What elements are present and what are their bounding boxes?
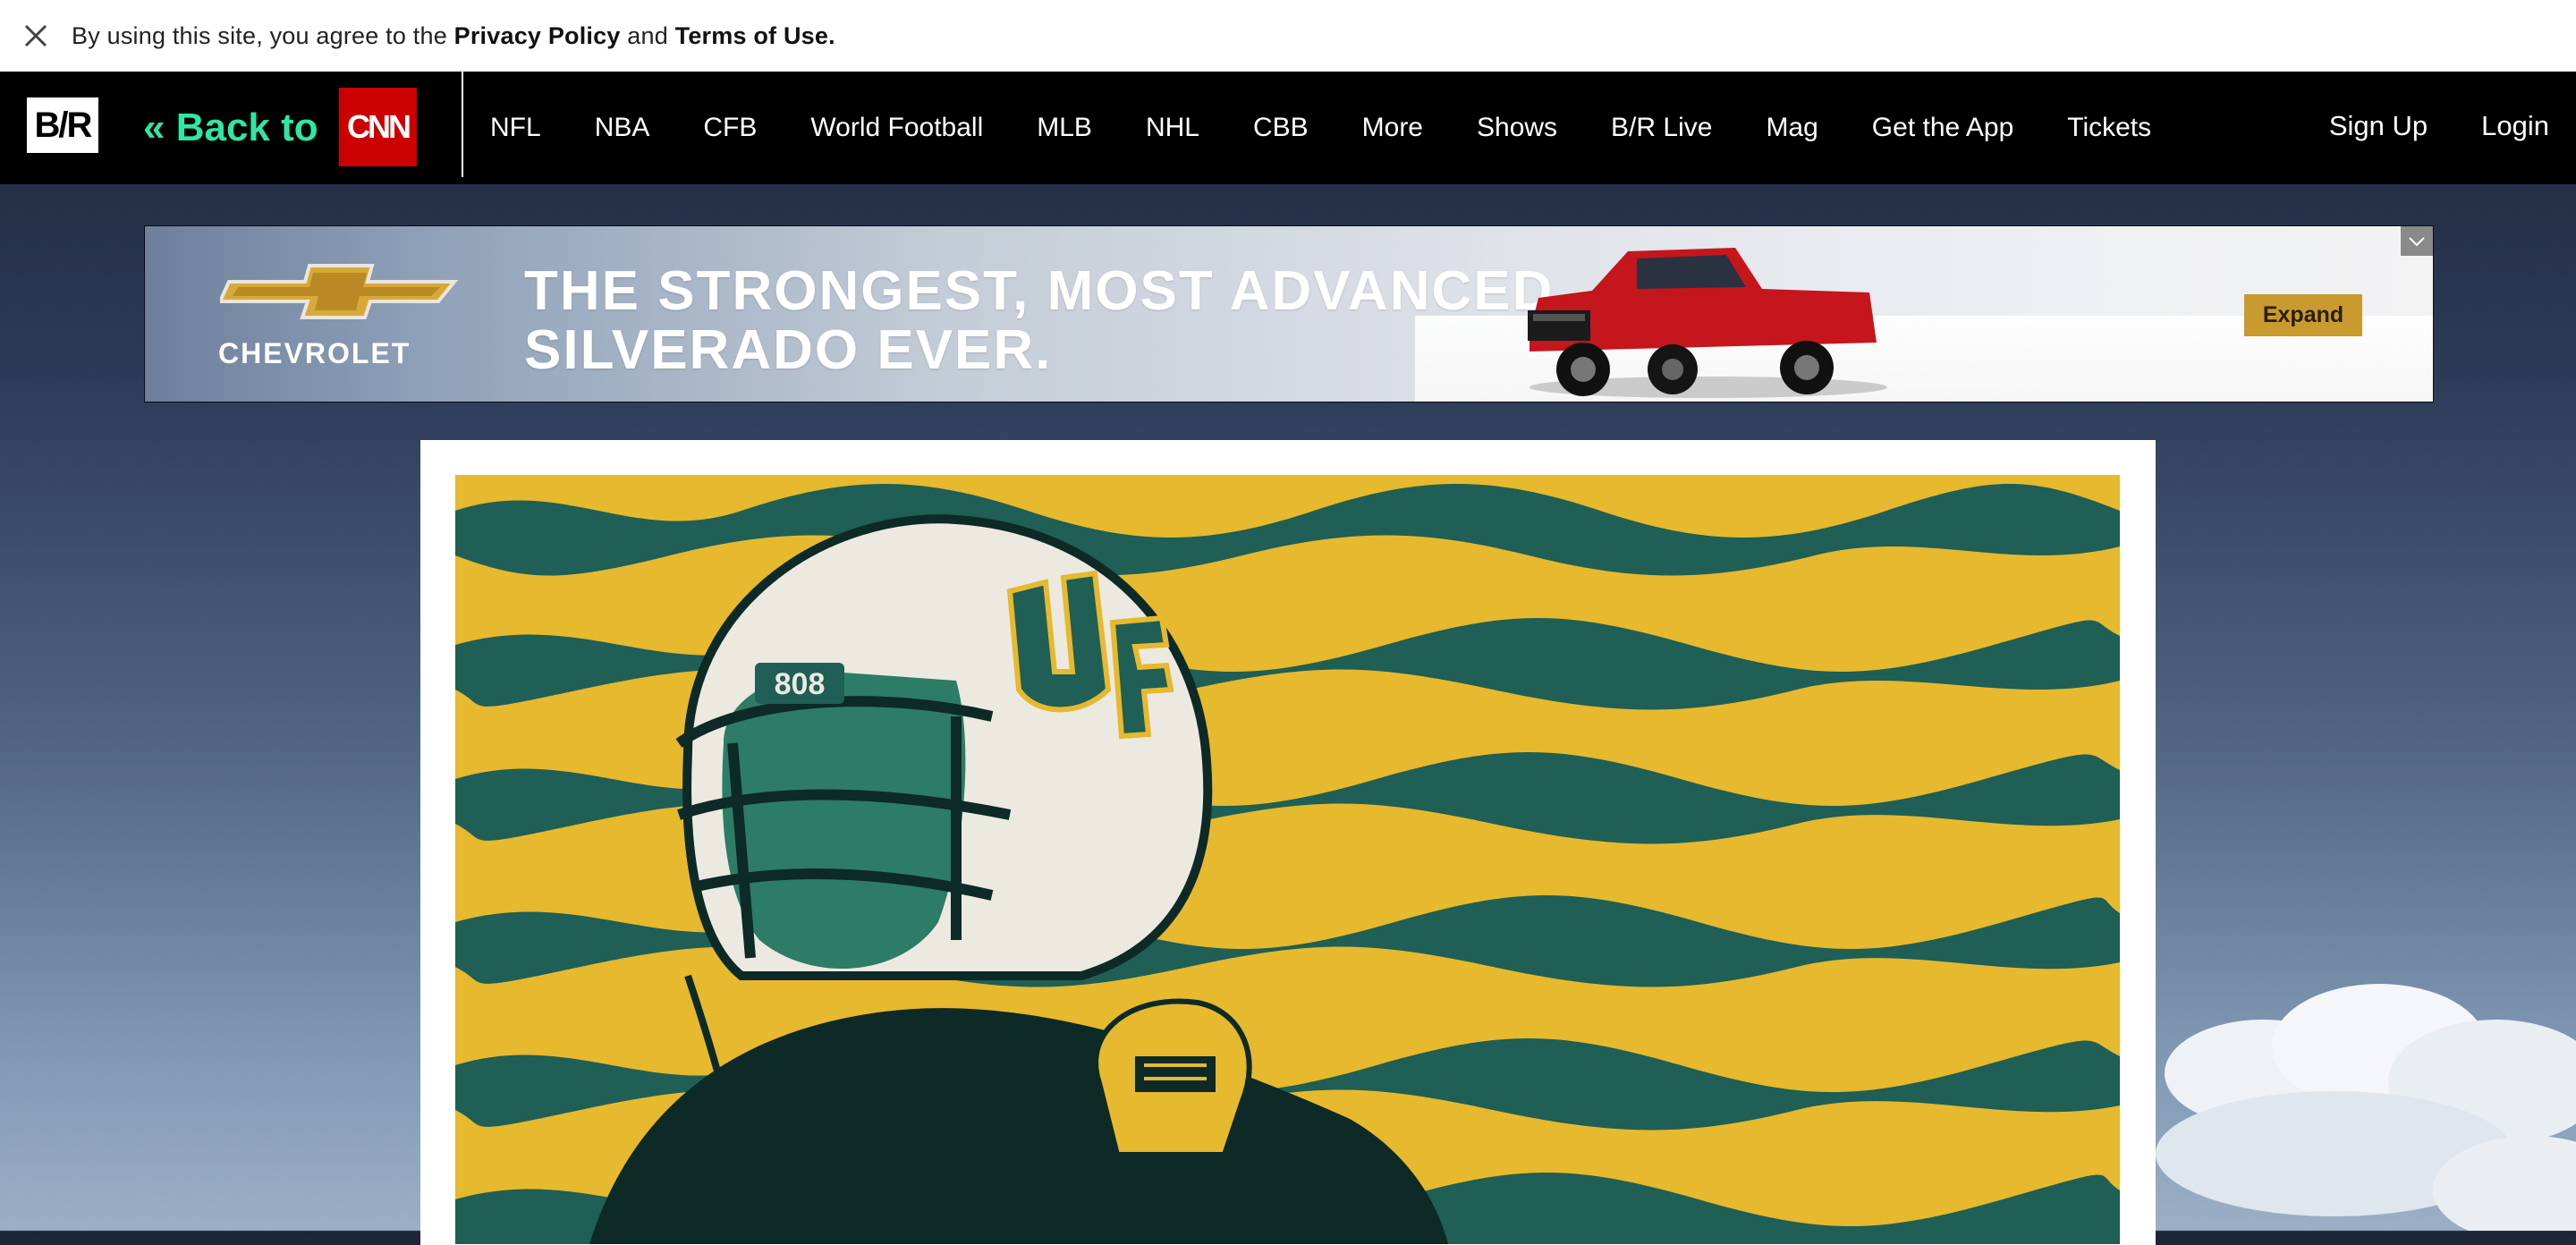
nav-link-nba[interactable]: NBA [595,113,650,143]
article-hero-image[interactable]: 808 [455,475,2120,1244]
sign-up-link[interactable]: Sign Up [2329,110,2428,142]
ad-banner[interactable]: CHEVROLET THE STRONGEST, MOST ADVANCED S… [144,225,2434,402]
consent-middle: and [620,21,675,49]
close-icon [24,24,47,47]
chevrolet-brand: CHEVROLET [218,337,411,369]
cnn-logo[interactable]: CNN [339,88,417,166]
cookie-consent-bar: By using this site, you agree to the Pri… [0,0,2576,72]
nav-link-nhl[interactable]: NHL [1146,113,1199,143]
privacy-policy-link[interactable]: Privacy Policy [454,22,621,49]
hero-artwork: 808 [455,475,2120,1244]
red-truck-image [1528,248,1887,398]
nav-link-cfb[interactable]: CFB [703,113,757,143]
ad-options-button[interactable] [2401,226,2433,256]
main-nav: B/R « Back to CNN NFL NBA CFB World Foot… [0,72,2576,184]
nav-link-br-live[interactable]: B/R Live [1611,113,1712,143]
expand-ad-button[interactable]: Expand [2244,294,2362,336]
nav-links: NFL NBA CFB World Football MLB NHL CBB M… [490,72,2205,184]
nav-link-cbb[interactable]: CBB [1253,113,1309,143]
consent-text: By using this site, you agree to the Pri… [72,22,835,50]
back-to-cnn-link[interactable]: « Back to [143,101,318,155]
chevrolet-bowtie-logo [220,264,459,319]
helmet-number: 808 [775,667,826,701]
nav-divider [462,72,463,177]
nav-link-get-the-app[interactable]: Get the App [1872,113,2013,143]
nav-link-world-football[interactable]: World Football [810,113,983,143]
article-card: 808 [420,440,2156,1245]
close-consent-button[interactable] [0,0,72,72]
br-logo[interactable]: B/R [27,97,98,153]
nav-link-mlb[interactable]: MLB [1037,113,1092,143]
login-link[interactable]: Login [2481,110,2549,142]
clouds-decoration [2156,984,2576,1231]
nav-link-tickets[interactable]: Tickets [2067,113,2151,143]
chevron-down-icon [2409,236,2425,246]
consent-prefix: By using this site, you agree to the [72,21,454,49]
account-links: Sign Up Login [2275,72,2549,181]
ad-headline: THE STRONGEST, MOST ADVANCED SILVERADO E… [524,262,1554,380]
nav-link-more[interactable]: More [1362,113,1423,143]
nav-link-mag[interactable]: Mag [1766,113,1818,143]
ad-headline-line1: THE STRONGEST, MOST ADVANCED [524,260,1555,322]
ad-headline-line2: SILVERADO EVER. [524,319,1053,381]
cnn-logo-text: CNN [347,108,411,145]
nav-link-nfl[interactable]: NFL [490,113,541,143]
br-logo-text: B/R [34,105,93,145]
terms-of-use-link[interactable]: Terms of Use. [675,22,835,49]
nav-link-shows[interactable]: Shows [1477,113,1557,143]
